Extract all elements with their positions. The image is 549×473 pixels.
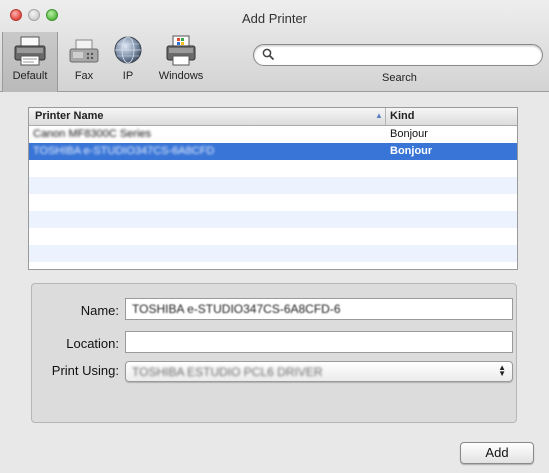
printer-name-cell: Canon MF8300C Series [33, 128, 152, 140]
list-header: Printer Name ▲ Kind [29, 108, 517, 126]
printer-icon [12, 34, 48, 68]
chevron-updown-icon: ▲ ▼ [498, 363, 506, 378]
toolbar-ip-button[interactable]: IP [106, 34, 150, 88]
print-using-value: TOSHIBA ESTUDIO PCL6 DRIVER [132, 365, 323, 379]
search-label: Search [382, 72, 417, 84]
printer-name-cell: TOSHIBA e-STUDIO347CS-6A8CFD [33, 145, 215, 157]
printer-details-panel: Name: TOSHIBA e-STUDIO347CS-6A8CFD-6 Loc… [31, 283, 517, 423]
column-divider [385, 108, 386, 125]
column-header-printer-name[interactable]: Printer Name [35, 110, 103, 122]
title-toolbar: Add Printer Default Fax IP Windows Searc… [0, 0, 549, 92]
printer-row[interactable]: Canon MF8300C Series Bonjour [29, 126, 517, 143]
add-button[interactable]: Add [460, 442, 534, 464]
fax-icon [66, 34, 102, 68]
toolbar-fax-label: Fax [74, 70, 94, 82]
name-field[interactable]: TOSHIBA e-STUDIO347CS-6A8CFD-6 [125, 298, 513, 320]
location-field[interactable] [125, 331, 513, 353]
empty-row [29, 245, 517, 262]
toolbar-windows-button[interactable]: Windows [148, 34, 214, 88]
windows-printer-icon [163, 34, 199, 68]
printer-kind-cell: Bonjour [390, 145, 433, 157]
window-title: Add Printer [241, 11, 308, 26]
toolbar-default-button[interactable]: Default [2, 32, 58, 92]
search-input[interactable] [280, 47, 534, 65]
toolbar-fax-button[interactable]: Fax [62, 34, 106, 88]
name-value: TOSHIBA e-STUDIO347CS-6A8CFD-6 [132, 302, 341, 316]
print-using-label: Print Using: [51, 363, 119, 378]
toolbar-ip-label: IP [122, 70, 134, 82]
column-header-kind[interactable]: Kind [390, 110, 414, 122]
name-label: Name: [80, 303, 119, 318]
globe-icon [110, 34, 146, 68]
empty-row [29, 262, 517, 269]
search-icon [262, 48, 275, 66]
search-field[interactable] [253, 44, 543, 66]
toolbar-default-label: Default [12, 70, 48, 82]
print-using-select[interactable]: TOSHIBA ESTUDIO PCL6 DRIVER ▲ ▼ [125, 361, 513, 382]
printer-kind-cell: Bonjour [390, 128, 428, 140]
empty-row [29, 211, 517, 228]
list-rows: Canon MF8300C Series Bonjour TOSHIBA e-S… [29, 126, 517, 269]
toolbar-windows-label: Windows [158, 70, 204, 82]
empty-row [29, 194, 517, 211]
empty-row [29, 160, 517, 177]
empty-row [29, 177, 517, 194]
printer-row[interactable]: TOSHIBA e-STUDIO347CS-6A8CFD Bonjour [29, 143, 517, 160]
location-label: Location: [66, 336, 119, 351]
printer-list[interactable]: Printer Name ▲ Kind Canon MF8300C Series… [28, 107, 518, 270]
sort-ascending-icon: ▲ [375, 111, 383, 120]
empty-row [29, 228, 517, 245]
add-printer-window: Add Printer Default Fax IP Windows Searc… [0, 0, 549, 473]
